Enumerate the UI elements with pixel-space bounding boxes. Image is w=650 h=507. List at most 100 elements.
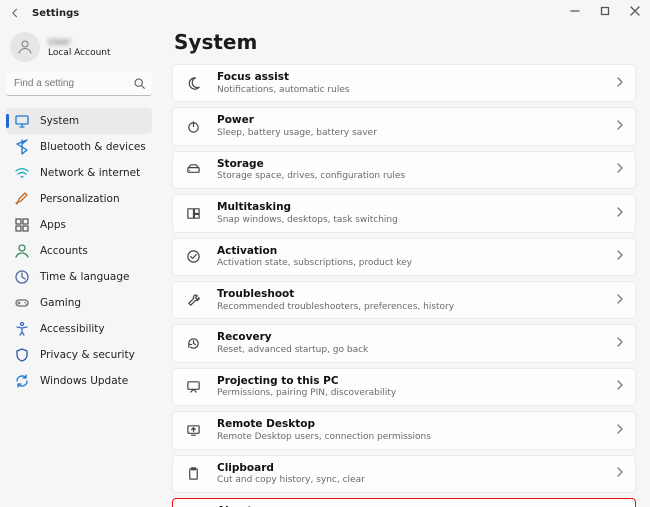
history-icon: [183, 336, 203, 351]
chevron-right-icon: [615, 120, 625, 133]
row-sub: Remote Desktop users, connection permiss…: [217, 432, 615, 443]
nav-item-bluetooth[interactable]: Bluetooth & devices: [6, 134, 152, 160]
row-title: Troubleshoot: [217, 288, 615, 301]
nav-item-time[interactable]: Time & language: [6, 264, 152, 290]
clock-icon: [14, 269, 30, 285]
search-input[interactable]: [6, 72, 152, 96]
row-about[interactable]: About Device specifications, rename PC, …: [172, 498, 636, 507]
nav-label: Bluetooth & devices: [40, 141, 146, 153]
row-title: Activation: [217, 245, 615, 258]
row-multitasking[interactable]: Multitasking Snap windows, desktops, tas…: [172, 194, 636, 232]
nav-item-apps[interactable]: Apps: [6, 212, 152, 238]
windows-icon: [183, 206, 203, 221]
nav-item-system[interactable]: System: [6, 108, 152, 134]
row-title: Multitasking: [217, 201, 615, 214]
check-circle-icon: [183, 249, 203, 264]
row-title: Remote Desktop: [217, 418, 615, 431]
nav-label: Gaming: [40, 297, 81, 309]
content: System Focus assist Notifications, autom…: [158, 26, 650, 507]
nav-list: System Bluetooth & devices Network & int…: [6, 108, 152, 394]
account-type: Local Account: [48, 48, 111, 58]
gamepad-icon: [14, 295, 30, 311]
row-projecting[interactable]: Projecting to this PC Permissions, pairi…: [172, 368, 636, 406]
row-sub: Permissions, pairing PIN, discoverabilit…: [217, 388, 615, 399]
row-recovery[interactable]: Recovery Reset, advanced startup, go bac…: [172, 324, 636, 362]
drive-icon: [183, 162, 203, 177]
power-icon: [183, 119, 203, 134]
row-sub: Sleep, battery usage, battery saver: [217, 128, 615, 139]
window-controls: [560, 0, 650, 22]
page-title: System: [174, 30, 636, 54]
chevron-right-icon: [615, 467, 625, 480]
accessibility-icon: [14, 321, 30, 337]
nav-item-privacy[interactable]: Privacy & security: [6, 342, 152, 368]
nav-item-windows-update[interactable]: Windows Update: [6, 368, 152, 394]
bluetooth-icon: [14, 139, 30, 155]
row-troubleshoot[interactable]: Troubleshoot Recommended troubleshooters…: [172, 281, 636, 319]
row-sub: Notifications, automatic rules: [217, 85, 615, 96]
window-title: Settings: [32, 8, 79, 19]
row-focus-assist[interactable]: Focus assist Notifications, automatic ru…: [172, 64, 636, 102]
nav-label: Apps: [40, 219, 66, 231]
update-icon: [14, 373, 30, 389]
row-sub: Snap windows, desktops, task switching: [217, 215, 615, 226]
sidebar: User Local Account System Bluetooth & de…: [0, 26, 158, 507]
nav-label: Accessibility: [40, 323, 105, 335]
system-icon: [14, 113, 30, 129]
moon-icon: [183, 76, 203, 91]
brush-icon: [14, 191, 30, 207]
row-title: Clipboard: [217, 462, 615, 475]
row-sub: Recommended troubleshooters, preferences…: [217, 302, 615, 313]
avatar: [10, 32, 40, 62]
chevron-right-icon: [615, 424, 625, 437]
close-button[interactable]: [620, 0, 650, 22]
nav-label: Time & language: [40, 271, 129, 283]
settings-list: Focus assist Notifications, automatic ru…: [172, 64, 636, 507]
row-title: Power: [217, 114, 615, 127]
row-sub: Storage space, drives, configuration rul…: [217, 171, 615, 182]
search-wrap: [6, 72, 152, 96]
apps-icon: [14, 217, 30, 233]
nav-item-network[interactable]: Network & internet: [6, 160, 152, 186]
row-storage[interactable]: Storage Storage space, drives, configura…: [172, 151, 636, 189]
remote-icon: [183, 423, 203, 438]
account-block[interactable]: User Local Account: [6, 26, 152, 72]
row-sub: Reset, advanced startup, go back: [217, 345, 615, 356]
row-clipboard[interactable]: Clipboard Cut and copy history, sync, cl…: [172, 455, 636, 493]
nav-item-gaming[interactable]: Gaming: [6, 290, 152, 316]
minimize-button[interactable]: [560, 0, 590, 22]
nav-item-accounts[interactable]: Accounts: [6, 238, 152, 264]
row-sub: Cut and copy history, sync, clear: [217, 475, 615, 486]
chevron-right-icon: [615, 337, 625, 350]
shield-icon: [14, 347, 30, 363]
row-title: Projecting to this PC: [217, 375, 615, 388]
chevron-right-icon: [615, 163, 625, 176]
chevron-right-icon: [615, 250, 625, 263]
row-title: Focus assist: [217, 71, 615, 84]
chevron-right-icon: [615, 380, 625, 393]
nav-item-accessibility[interactable]: Accessibility: [6, 316, 152, 342]
nav-label: Privacy & security: [40, 349, 135, 361]
cast-icon: [183, 379, 203, 394]
nav-label: System: [40, 115, 79, 127]
nav-label: Accounts: [40, 245, 88, 257]
wifi-icon: [14, 165, 30, 181]
row-remote-desktop[interactable]: Remote Desktop Remote Desktop users, con…: [172, 411, 636, 449]
search-icon: [133, 77, 146, 93]
person-icon: [14, 243, 30, 259]
chevron-right-icon: [615, 77, 625, 90]
chevron-right-icon: [615, 207, 625, 220]
maximize-button[interactable]: [590, 0, 620, 22]
back-button[interactable]: [6, 4, 24, 22]
row-activation[interactable]: Activation Activation state, subscriptio…: [172, 238, 636, 276]
account-name: User: [48, 37, 111, 48]
row-sub: Activation state, subscriptions, product…: [217, 258, 615, 269]
clipboard-icon: [183, 466, 203, 481]
wrench-icon: [183, 293, 203, 308]
nav-label: Personalization: [40, 193, 120, 205]
nav-item-personalization[interactable]: Personalization: [6, 186, 152, 212]
row-power[interactable]: Power Sleep, battery usage, battery save…: [172, 107, 636, 145]
titlebar: Settings: [0, 0, 650, 26]
nav-label: Windows Update: [40, 375, 128, 387]
row-title: Storage: [217, 158, 615, 171]
